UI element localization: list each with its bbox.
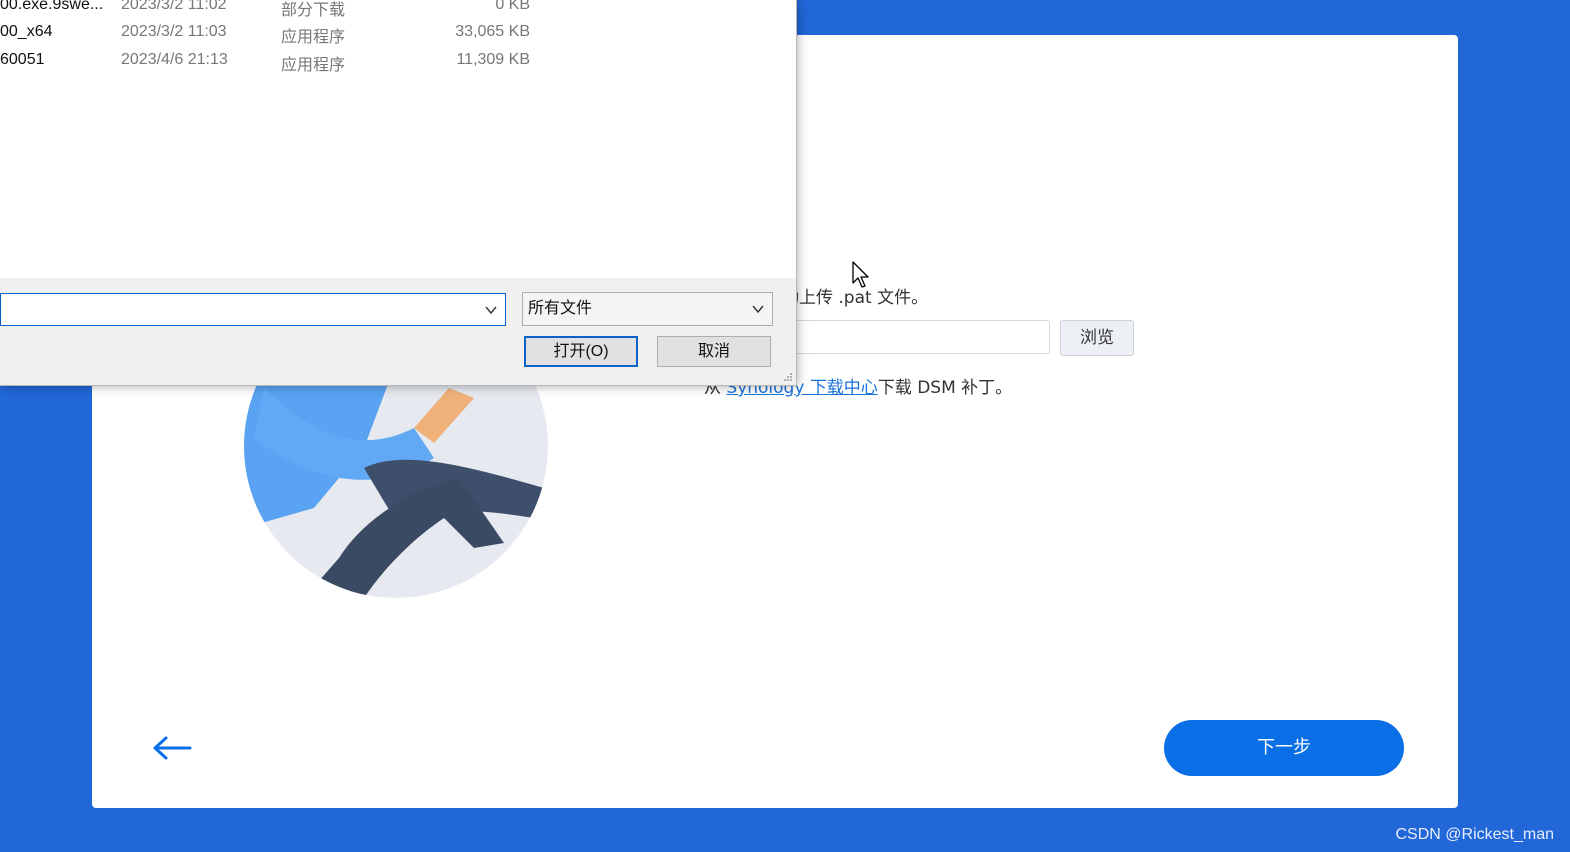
illustration-image xyxy=(244,368,548,598)
file-size: 11,309 KB xyxy=(456,51,530,68)
resize-grip-icon[interactable] xyxy=(783,372,793,382)
cancel-button[interactable]: 取消 xyxy=(657,336,771,367)
back-arrow-icon[interactable] xyxy=(152,735,192,761)
next-button[interactable]: 下一步 xyxy=(1164,720,1404,776)
dialog-footer: 所有文件 打开(O) 取消 xyxy=(0,278,796,385)
open-button[interactable]: 打开(O) xyxy=(524,336,638,367)
file-type-value: 所有文件 xyxy=(528,300,593,317)
file-row[interactable]: 60051 2023/4/6 21:13 应用程序 11,309 KB xyxy=(0,47,530,75)
file-type: 应用程序 xyxy=(281,29,346,46)
file-size: 33,065 KB xyxy=(455,23,530,40)
watermark-text: CSDN @Rickest_man xyxy=(1395,826,1555,843)
file-date: 2023/3/2 11:03 xyxy=(121,23,227,40)
download-suffix: 下载 DSM 补丁。 xyxy=(877,378,1013,398)
file-row[interactable]: 00_x64 2023/3/2 11:03 应用程序 33,065 KB xyxy=(0,19,530,47)
file-date: 2023/4/6 21:13 xyxy=(121,51,228,68)
file-type-select[interactable]: 所有文件 xyxy=(522,292,773,326)
file-row[interactable]: 00.exe.9swe... 2023/3/2 11:02 部分下载 0 KB xyxy=(0,0,530,20)
file-name: 60051 xyxy=(0,51,45,68)
file-type: 应用程序 xyxy=(281,57,346,74)
browse-button[interactable]: 浏览 xyxy=(1060,320,1134,356)
file-type: 部分下载 xyxy=(281,2,346,19)
file-size: 0 KB xyxy=(495,0,530,13)
mouse-cursor-icon xyxy=(852,261,869,288)
chevron-down-icon[interactable] xyxy=(485,304,497,316)
file-date: 2023/3/2 11:02 xyxy=(121,0,227,13)
file-name: 00_x64 xyxy=(0,23,53,40)
file-open-dialog: 00.exe.9swe... 2023/3/2 11:02 部分下载 0 KB … xyxy=(0,0,797,386)
chevron-down-icon[interactable] xyxy=(752,303,764,315)
file-list: 00.exe.9swe... 2023/3/2 11:02 部分下载 0 KB … xyxy=(0,0,530,80)
file-name: 00.exe.9swe... xyxy=(0,0,104,13)
filename-input[interactable] xyxy=(0,293,506,326)
